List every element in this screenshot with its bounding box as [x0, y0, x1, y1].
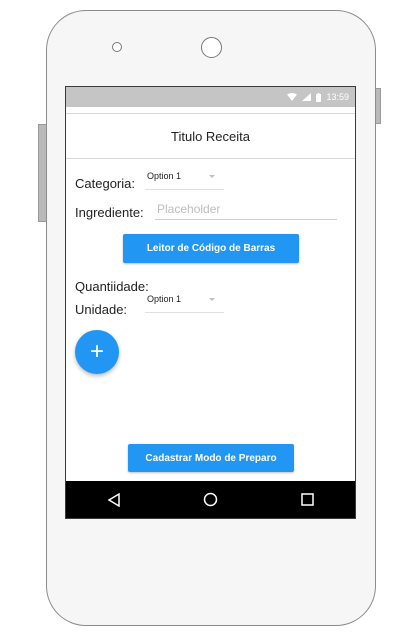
barcode-reader-button[interactable]: Leitor de Código de Barras: [123, 234, 299, 263]
category-label: Categoria:: [75, 176, 135, 191]
status-bar: 13:59: [66, 87, 355, 107]
category-selected-value: Option 1: [147, 171, 182, 181]
wifi-icon: [287, 93, 298, 101]
chevron-down-icon: [209, 298, 215, 301]
chevron-down-icon: [209, 175, 215, 178]
battery-icon: [316, 92, 322, 102]
page-title: Titulo Receita: [171, 128, 250, 144]
ingredient-input[interactable]: [155, 199, 337, 220]
add-button[interactable]: +: [75, 330, 119, 374]
recents-icon[interactable]: [301, 493, 314, 506]
signal-icon: [302, 93, 312, 101]
category-select[interactable]: Option 1: [145, 168, 224, 190]
unit-selected-value: Option 1: [147, 294, 182, 304]
phone-screen: 13:59 Titulo Receita Categoria: Option 1…: [65, 86, 356, 519]
unit-select[interactable]: Option 1: [145, 291, 224, 313]
navigation-bar: [66, 481, 355, 518]
unit-label: Unidade:: [75, 302, 128, 317]
register-preparation-button-label: Cadastrar Modo de Preparo: [145, 452, 277, 464]
ingredient-label: Ingrediente:: [75, 205, 144, 220]
front-camera: [201, 37, 222, 58]
back-icon[interactable]: [107, 492, 121, 507]
plus-icon: +: [89, 338, 104, 365]
status-time: 13:59: [326, 92, 349, 102]
register-preparation-button[interactable]: Cadastrar Modo de Preparo: [128, 444, 294, 472]
home-icon[interactable]: [203, 492, 218, 507]
barcode-reader-button-label: Leitor de Código de Barras: [146, 243, 276, 254]
title-bar: Titulo Receita: [66, 113, 355, 159]
proximity-sensor: [112, 42, 122, 52]
quantity-label: Quantiidade:: [75, 279, 149, 294]
